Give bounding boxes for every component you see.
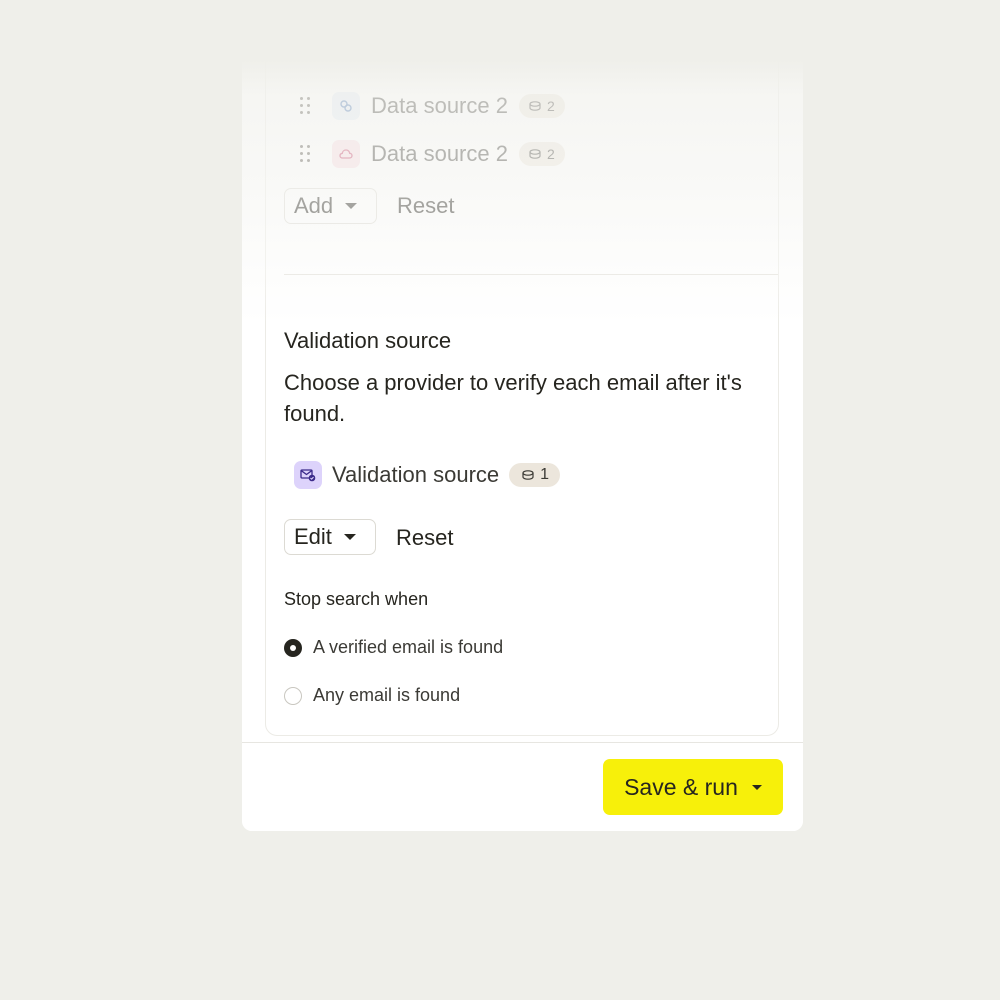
- credit-count: 1: [540, 466, 550, 483]
- coins-icon: [529, 101, 541, 111]
- validation-source-row[interactable]: Validation source 1: [294, 460, 561, 490]
- radio-label: Any email is found: [313, 685, 461, 705]
- radio-label: A verified email is found: [313, 637, 504, 657]
- data-source-label: Data source 2: [371, 93, 508, 118]
- data-source-row[interactable]: Data source 2 2: [300, 91, 565, 121]
- mail-check-icon: [294, 461, 322, 489]
- data-source-row[interactable]: Data source 2 2: [300, 139, 565, 169]
- cloud-icon: [332, 140, 360, 168]
- credit-badge: 2: [518, 94, 565, 118]
- section-description: Choose a provider to verify each email a…: [284, 370, 742, 426]
- coins-icon: [529, 149, 541, 159]
- edit-validation-dropdown[interactable]: Edit: [284, 519, 376, 555]
- radio-button-unchecked[interactable]: [284, 686, 302, 705]
- credit-count: 2: [546, 146, 555, 162]
- reset-validation-button[interactable]: Reset: [396, 525, 453, 551]
- credit-count: 2: [546, 98, 555, 114]
- save-and-run-label: Save & run: [624, 773, 738, 800]
- section-title: Validation source: [284, 328, 452, 353]
- radio-option-any[interactable]: Any email is found: [284, 685, 460, 706]
- workflow-settings-panel: Data source 2 2 Data source 2 2 Add Rese…: [242, 0, 803, 831]
- panel-footer: Save & run: [242, 742, 803, 831]
- add-label: Add: [294, 193, 334, 218]
- data-source-label: Data source 2: [371, 141, 508, 166]
- drag-handle-icon[interactable]: [300, 97, 314, 115]
- section-divider: [284, 274, 778, 275]
- stop-search-heading: Stop search when: [284, 589, 429, 609]
- coins-icon: [522, 470, 534, 480]
- reset-data-sources-button[interactable]: Reset: [397, 193, 454, 219]
- save-and-run-button[interactable]: Save & run: [603, 759, 783, 815]
- credit-badge: 1: [509, 463, 561, 487]
- chevron-down-icon: [345, 203, 358, 209]
- validation-source-label: Validation source: [332, 462, 500, 487]
- chevron-down-icon: [343, 534, 356, 540]
- chevron-down-icon[interactable]: [751, 784, 762, 790]
- link-icon: [332, 92, 360, 120]
- edit-label: Edit: [294, 524, 332, 549]
- credit-badge: 2: [518, 142, 565, 166]
- settings-scroll-area[interactable]: Data source 2 2 Data source 2 2 Add Rese…: [242, 0, 803, 742]
- radio-button-checked[interactable]: [284, 638, 302, 657]
- drag-handle-icon[interactable]: [300, 145, 314, 163]
- add-data-source-dropdown[interactable]: Add: [284, 188, 377, 224]
- radio-option-verified[interactable]: A verified email is found: [284, 637, 503, 658]
